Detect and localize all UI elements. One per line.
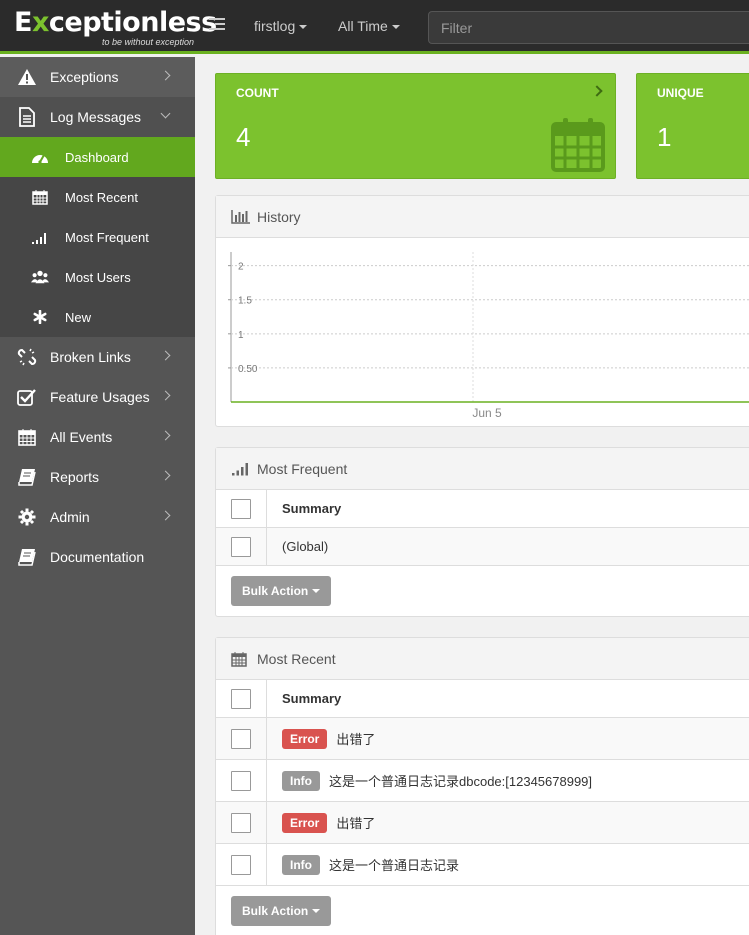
caret-down-icon xyxy=(299,25,308,30)
chevron-down-icon xyxy=(160,108,171,119)
row-message[interactable]: 出错了 xyxy=(336,813,375,832)
asterisk-icon xyxy=(31,308,49,326)
sidebar-item-reports[interactable]: Reports xyxy=(0,457,195,497)
sidebar-item-admin[interactable]: Admin xyxy=(0,497,195,537)
chevron-right-icon xyxy=(160,350,171,361)
sidebar-item-log-messages[interactable]: Log Messages xyxy=(0,97,195,137)
bar-chart-icon xyxy=(231,209,251,225)
calendar-icon xyxy=(231,651,251,667)
chevron-right-icon xyxy=(160,390,171,401)
select-all-checkbox[interactable] xyxy=(231,688,251,709)
book-icon xyxy=(16,467,38,487)
row-message[interactable]: 出错了 xyxy=(336,729,375,748)
summary-column-header[interactable]: Summary xyxy=(267,501,341,516)
row-message[interactable]: 这是一个普通日志记录dbcode:[12345678999] xyxy=(329,771,592,790)
count-card[interactable]: COUNT 4 xyxy=(215,73,616,179)
caret-down-icon xyxy=(391,25,400,30)
row-checkbox[interactable] xyxy=(231,536,251,557)
warning-icon xyxy=(16,67,38,87)
count-label: COUNT xyxy=(236,86,279,100)
most-frequent-header: Most Frequent xyxy=(216,448,749,490)
brand-tagline: to be without exception xyxy=(101,37,194,47)
chevron-right-icon xyxy=(591,85,603,97)
row-message[interactable]: 这是一个普通日志记录 xyxy=(329,855,459,874)
sidebar-subitem-new[interactable]: New xyxy=(0,297,195,337)
row-checkbox[interactable] xyxy=(231,728,251,749)
top-navbar: Exceptionless to be without exception fi… xyxy=(0,0,749,54)
summary-column-header[interactable]: Summary xyxy=(267,691,341,706)
y-tick-label: 1 xyxy=(238,330,244,341)
sidebar-subitem-dashboard[interactable]: Dashboard xyxy=(0,137,195,177)
sidebar: Exceptions Log Messages Dashboard Most R… xyxy=(0,57,195,935)
error-badge: Error xyxy=(282,728,328,749)
history-header: History xyxy=(216,196,749,238)
brand-logo[interactable]: Exceptionless to be without exception xyxy=(14,8,217,48)
table-row[interactable]: Info 这是一个普通日志记录 xyxy=(216,844,749,886)
table-row[interactable]: Error 出错了 xyxy=(216,718,749,760)
table-row[interactable]: Info 这是一个普通日志记录dbcode:[12345678999] xyxy=(216,760,749,802)
y-tick-label: 0.50 xyxy=(238,364,258,375)
filter-input[interactable] xyxy=(428,11,749,44)
history-chart: 2 1.5 1 0.50 Jun 5 xyxy=(216,238,749,426)
sidebar-item-broken-links[interactable]: Broken Links xyxy=(0,337,195,377)
caret-down-icon xyxy=(312,589,321,593)
chevron-right-icon xyxy=(160,510,171,521)
menu-toggle-icon[interactable] xyxy=(209,18,225,34)
sidebar-subitem-most-users[interactable]: Most Users xyxy=(0,257,195,297)
most-recent-panel: Most Recent Summary Error 出错了 Info 这是一个普通日… xyxy=(215,637,749,935)
sidebar-item-feature-usages[interactable]: Feature Usages xyxy=(0,377,195,417)
broken-link-icon xyxy=(16,347,38,367)
calendar-icon xyxy=(16,427,38,447)
table-row[interactable]: Error 出错了 xyxy=(216,802,749,844)
count-value: 4 xyxy=(236,122,251,152)
table-header-row: Summary xyxy=(216,490,749,528)
most-frequent-panel: Most Frequent Summary (Global) Bulk Acti… xyxy=(215,447,749,617)
error-badge: Error xyxy=(282,812,328,833)
unique-card[interactable]: UNIQUE 1 xyxy=(636,73,749,179)
sidebar-subitem-most-frequent[interactable]: Most Frequent xyxy=(0,217,195,257)
bulk-action-button[interactable]: Bulk Action xyxy=(231,576,332,606)
x-tick-label: Jun 5 xyxy=(472,406,502,420)
sidebar-item-documentation[interactable]: Documentation xyxy=(0,537,195,577)
info-badge: Info xyxy=(282,854,320,875)
most-recent-header: Most Recent xyxy=(216,638,749,680)
dashboard-icon xyxy=(31,148,49,166)
history-panel: History 2 1.5 1 0.50 Jun 5 xyxy=(215,195,749,427)
sidebar-item-exceptions[interactable]: Exceptions xyxy=(0,57,195,97)
users-icon xyxy=(31,268,49,286)
table-row[interactable]: (Global) xyxy=(216,528,749,566)
chevron-right-icon xyxy=(160,70,171,81)
row-checkbox[interactable] xyxy=(231,770,251,791)
row-checkbox[interactable] xyxy=(231,854,251,875)
signal-icon xyxy=(31,228,49,246)
document-icon xyxy=(16,107,38,127)
chevron-right-icon xyxy=(160,470,171,481)
caret-down-icon xyxy=(312,909,321,913)
gear-icon xyxy=(16,507,38,527)
book-icon xyxy=(16,547,38,567)
table-header-row: Summary xyxy=(216,680,749,718)
time-range-dropdown[interactable]: All Time xyxy=(338,18,400,34)
sidebar-item-all-events[interactable]: All Events xyxy=(0,417,195,457)
sidebar-subitem-most-recent[interactable]: Most Recent xyxy=(0,177,195,217)
history-chart-svg: 2 1.5 1 0.50 Jun 5 xyxy=(228,252,749,420)
select-all-checkbox[interactable] xyxy=(231,498,251,519)
chevron-right-icon xyxy=(160,430,171,441)
row-checkbox[interactable] xyxy=(231,812,251,833)
project-dropdown[interactable]: firstlog xyxy=(254,18,308,34)
info-badge: Info xyxy=(282,770,320,791)
row-summary[interactable]: (Global) xyxy=(267,539,328,554)
unique-value: 1 xyxy=(657,122,672,152)
main-content: COUNT 4 UNIQUE 1 History 2 1.5 1 0.50 Jun 5 … xyxy=(195,57,749,935)
check-square-icon xyxy=(16,387,38,407)
y-tick-label: 1.5 xyxy=(238,296,252,307)
unique-label: UNIQUE xyxy=(657,86,704,100)
y-tick-label: 2 xyxy=(238,262,244,273)
signal-icon xyxy=(231,461,251,477)
bulk-action-button[interactable]: Bulk Action xyxy=(231,896,332,926)
calendar-icon xyxy=(31,188,49,206)
calendar-icon xyxy=(551,116,605,175)
